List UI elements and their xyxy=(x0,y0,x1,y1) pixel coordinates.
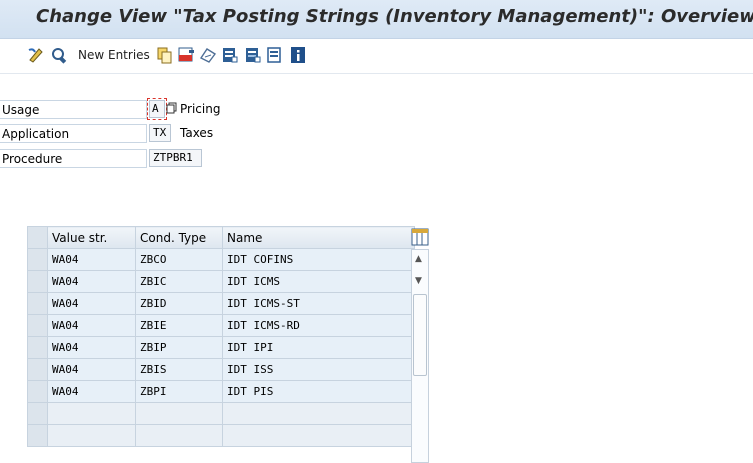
table-row[interactable]: WA04 ZBIC IDT ICMS xyxy=(27,270,415,293)
deselect-all-icon[interactable] xyxy=(265,45,285,65)
name-cell: IDT ICMS-ST xyxy=(222,292,415,315)
usage-text: Pricing xyxy=(180,102,221,116)
procedure-field[interactable]: ZTPBR1 xyxy=(149,149,202,167)
cond-type-cell: ZBIE xyxy=(135,314,223,337)
table-row[interactable]: WA04 ZBIS IDT ISS xyxy=(27,358,415,381)
row-selector[interactable] xyxy=(27,380,48,403)
row-selector[interactable] xyxy=(27,292,48,315)
empty-cell[interactable] xyxy=(135,402,223,425)
cond-type-cell: ZBIP xyxy=(135,336,223,359)
cond-type-cell: ZBIC xyxy=(135,270,223,293)
name-cell: IDT ICMS xyxy=(222,270,415,293)
name-cell: IDT COFINS xyxy=(222,248,415,271)
empty-row[interactable] xyxy=(27,402,415,425)
undo-change-icon[interactable] xyxy=(198,45,218,65)
row-selector[interactable] xyxy=(27,314,48,337)
table-header-row: Value str. Cond. Type Name xyxy=(27,226,415,249)
usage-field[interactable]: A xyxy=(147,98,167,120)
scroll-down-icon[interactable]: ▼ xyxy=(415,276,422,286)
value-str-cell: WA04 xyxy=(47,314,136,337)
empty-cell[interactable] xyxy=(222,424,415,447)
value-str-cell: WA04 xyxy=(47,336,136,359)
name-cell: IDT PIS xyxy=(222,380,415,403)
table-settings-icon[interactable] xyxy=(411,228,429,246)
table-row[interactable]: WA04 ZBIE IDT ICMS-RD xyxy=(27,314,415,337)
copy-as-icon[interactable] xyxy=(154,45,174,65)
scroll-up-icon[interactable]: ▲ xyxy=(415,254,422,264)
title-bar: Change View "Tax Posting Strings (Invent… xyxy=(0,0,753,39)
usage-label: Usage xyxy=(0,100,147,119)
table-row[interactable]: WA04 ZBCO IDT COFINS xyxy=(27,248,415,271)
value-str-cell: WA04 xyxy=(47,292,136,315)
row-selector[interactable] xyxy=(27,424,48,447)
empty-cell[interactable] xyxy=(47,424,136,447)
value-str-cell: WA04 xyxy=(47,380,136,403)
cond-type-cell: ZBCO xyxy=(135,248,223,271)
value-str-cell: WA04 xyxy=(47,358,136,381)
column-header-cond-type[interactable]: Cond. Type xyxy=(135,226,223,249)
application-field[interactable]: TX xyxy=(149,124,171,142)
value-str-cell: WA04 xyxy=(47,248,136,271)
delete-icon[interactable] xyxy=(176,45,196,65)
row-selector[interactable] xyxy=(27,358,48,381)
value-str-cell: WA04 xyxy=(47,270,136,293)
name-cell: IDT IPI xyxy=(222,336,415,359)
copy-value-icon[interactable] xyxy=(166,102,177,114)
empty-row[interactable] xyxy=(27,424,415,447)
other-view-icon[interactable] xyxy=(49,45,69,65)
select-block-icon[interactable] xyxy=(243,45,263,65)
table-vertical-scrollbar[interactable]: ▲ ▼ xyxy=(411,249,429,463)
column-header-value-str[interactable]: Value str. xyxy=(47,226,136,249)
row-selector[interactable] xyxy=(27,402,48,425)
table-row[interactable]: WA04 ZBIP IDT IPI xyxy=(27,336,415,359)
procedure-label: Procedure xyxy=(0,149,147,168)
page-title: Change View "Tax Posting Strings (Invent… xyxy=(36,6,753,27)
name-cell: IDT ISS xyxy=(222,358,415,381)
application-text: Taxes xyxy=(180,126,214,140)
application-toolbar: New Entries xyxy=(0,39,753,74)
info-icon[interactable] xyxy=(288,45,308,65)
row-selector[interactable] xyxy=(27,336,48,359)
select-all-icon[interactable] xyxy=(220,45,240,65)
cond-type-cell: ZBID xyxy=(135,292,223,315)
row-selector[interactable] xyxy=(27,270,48,293)
select-all-cell[interactable] xyxy=(27,226,48,249)
application-label: Application xyxy=(0,124,147,143)
empty-cell[interactable] xyxy=(222,402,415,425)
empty-cell[interactable] xyxy=(47,402,136,425)
scroll-thumb[interactable] xyxy=(413,294,427,376)
new-entries-button[interactable]: New Entries xyxy=(78,45,150,65)
row-selector[interactable] xyxy=(27,248,48,271)
column-header-name[interactable]: Name xyxy=(222,226,415,249)
name-cell: IDT ICMS-RD xyxy=(222,314,415,337)
table-row[interactable]: WA04 ZBPI IDT PIS xyxy=(27,380,415,403)
display-change-icon[interactable] xyxy=(26,45,46,65)
cond-type-cell: ZBPI xyxy=(135,380,223,403)
table-row[interactable]: WA04 ZBID IDT ICMS-ST xyxy=(27,292,415,315)
empty-cell[interactable] xyxy=(135,424,223,447)
tax-posting-table: Value str. Cond. Type Name WA04 ZBCO IDT… xyxy=(27,226,415,447)
cond-type-cell: ZBIS xyxy=(135,358,223,381)
